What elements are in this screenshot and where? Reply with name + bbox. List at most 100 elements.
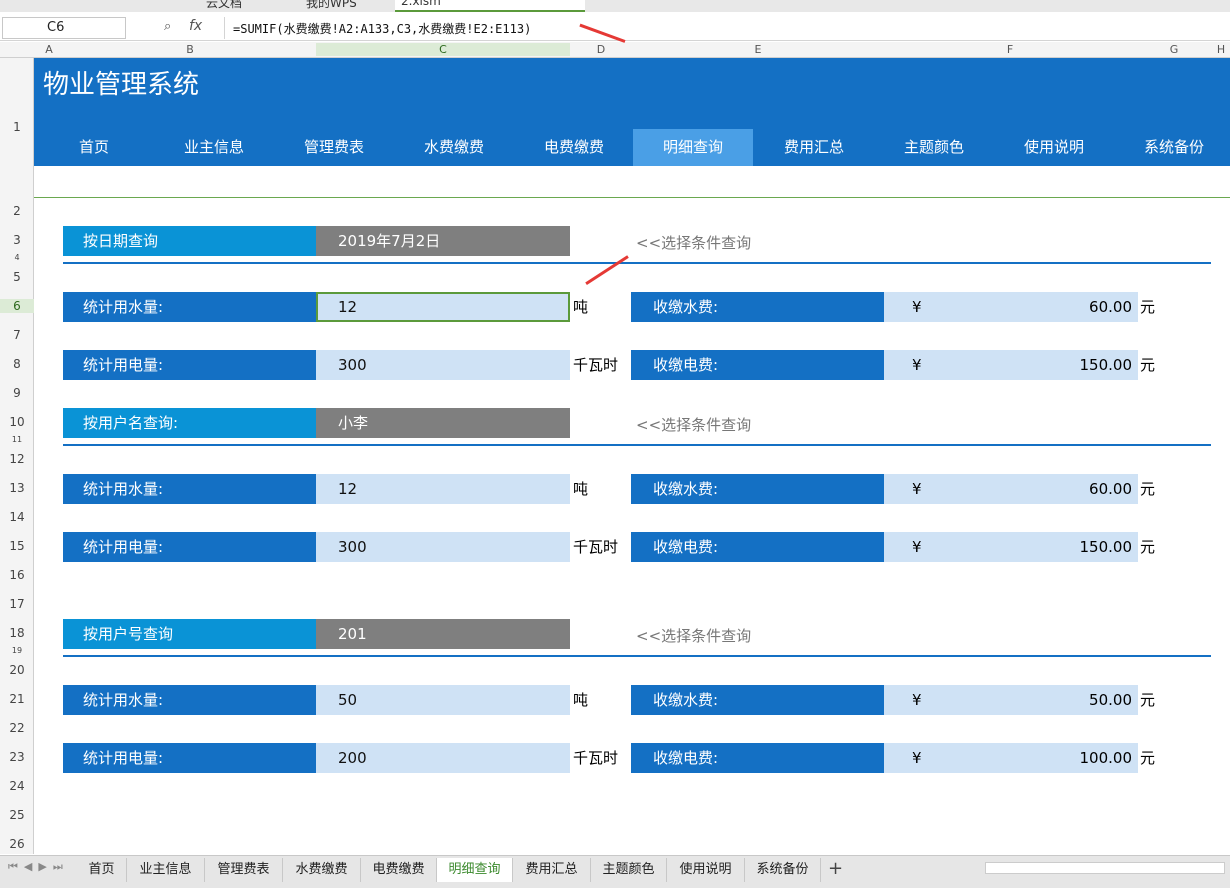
row-header[interactable]: 16 bbox=[0, 568, 34, 582]
water-fee-value: 50.00 bbox=[1089, 691, 1132, 709]
nav-home[interactable]: 首页 bbox=[34, 129, 154, 166]
sheet-nav-arrows-icon[interactable]: ⏮◀▶⏭ bbox=[8, 860, 69, 874]
water-usage-value[interactable]: 12 bbox=[316, 474, 570, 504]
nav-fee-summary[interactable]: 费用汇总 bbox=[754, 129, 874, 166]
row-header[interactable]: 13 bbox=[0, 481, 34, 495]
query-date-label: 按日期查询 bbox=[63, 226, 316, 256]
water-usage-value[interactable]: 50 bbox=[316, 685, 570, 715]
row-header[interactable]: 24 bbox=[0, 779, 34, 793]
horizontal-scrollbar[interactable] bbox=[985, 862, 1225, 874]
tab-workbook[interactable]: 2.xlsm bbox=[395, 0, 585, 12]
row-header[interactable]: 9 bbox=[0, 386, 34, 400]
sheet-tab-detail-query[interactable]: 明细查询 bbox=[437, 858, 513, 882]
row-header[interactable]: 12 bbox=[0, 452, 34, 466]
water-usage-label: 统计用水量: bbox=[63, 685, 316, 715]
col-header-h[interactable]: H bbox=[1212, 43, 1230, 56]
query-date-value[interactable]: 2019年7月2日 bbox=[316, 226, 570, 256]
sheet-tab-fee-summary[interactable]: 费用汇总 bbox=[513, 858, 591, 882]
sheet-tab-theme-color[interactable]: 主题颜色 bbox=[591, 858, 667, 882]
nav-detail-query[interactable]: 明细查询 bbox=[633, 129, 753, 166]
row-header[interactable]: 26 bbox=[0, 837, 34, 851]
row-header[interactable]: 25 bbox=[0, 808, 34, 822]
row-header[interactable]: 21 bbox=[0, 692, 34, 706]
col-header-a[interactable]: A bbox=[34, 43, 64, 56]
sheet-tab-management-fee[interactable]: 管理费表 bbox=[205, 858, 283, 882]
row-header[interactable]: 18 bbox=[0, 626, 34, 640]
row-header[interactable]: 5 bbox=[0, 270, 34, 284]
currency-symbol: ¥ bbox=[912, 749, 922, 767]
row-header[interactable]: 14 bbox=[0, 510, 34, 524]
divider bbox=[34, 197, 1230, 198]
water-usage-value[interactable]: 12 bbox=[316, 292, 570, 322]
row-header[interactable]: 20 bbox=[0, 663, 34, 677]
electric-fee-amount[interactable]: ¥150.00 bbox=[884, 350, 1138, 380]
row-header[interactable]: 17 bbox=[0, 597, 34, 611]
col-header-b[interactable]: B bbox=[64, 43, 316, 56]
formula-input[interactable]: =SUMIF(水费缴费!A2:A133,C3,水费缴费!E2:E113) bbox=[224, 17, 1228, 39]
col-header-e[interactable]: E bbox=[632, 43, 884, 56]
nav-management-fee[interactable]: 管理费表 bbox=[274, 129, 394, 166]
row-header[interactable]: 4 bbox=[0, 253, 34, 262]
sheet-tab-electric-payment[interactable]: 电费缴费 bbox=[361, 858, 437, 882]
currency-symbol: ¥ bbox=[912, 480, 922, 498]
water-fee-label: 收缴水费: bbox=[631, 474, 884, 504]
electric-fee-value: 150.00 bbox=[1079, 356, 1133, 374]
row-header[interactable]: 11 bbox=[0, 435, 34, 444]
electric-fee-value: 100.00 bbox=[1079, 749, 1133, 767]
sheet-tab-water-payment[interactable]: 水费缴费 bbox=[283, 858, 361, 882]
zoom-icon[interactable]: ⌕ bbox=[164, 19, 171, 34]
col-header-c[interactable]: C bbox=[316, 43, 570, 56]
water-fee-amount[interactable]: ¥60.00 bbox=[884, 292, 1138, 322]
query-username-value[interactable]: 小李 bbox=[316, 408, 570, 438]
col-header-g[interactable]: G bbox=[1136, 43, 1212, 56]
row-header[interactable]: 7 bbox=[0, 328, 34, 342]
row-header[interactable]: 22 bbox=[0, 721, 34, 735]
row-header[interactable]: 1 bbox=[0, 120, 34, 134]
currency-symbol: ¥ bbox=[912, 538, 922, 556]
sheet-tab-instructions[interactable]: 使用说明 bbox=[667, 858, 745, 882]
query-userid-value[interactable]: 201 bbox=[316, 619, 570, 649]
row-header[interactable]: 3 bbox=[0, 233, 34, 247]
sheet-tab-backup[interactable]: 系统备份 bbox=[745, 858, 821, 882]
electric-fee-label: 收缴电费: bbox=[631, 532, 884, 562]
yuan-unit: 元 bbox=[1140, 356, 1156, 374]
water-usage-label: 统计用水量: bbox=[63, 292, 316, 322]
row-header[interactable]: 23 bbox=[0, 750, 34, 764]
nav-instructions[interactable]: 使用说明 bbox=[994, 129, 1114, 166]
nav-owner-info[interactable]: 业主信息 bbox=[154, 129, 274, 166]
electric-unit: 千瓦时 bbox=[573, 538, 619, 556]
row-header[interactable]: 15 bbox=[0, 539, 34, 553]
nav-theme-color[interactable]: 主题颜色 bbox=[874, 129, 994, 166]
sheet-tab-home[interactable]: 首页 bbox=[77, 858, 127, 882]
nav-water-payment[interactable]: 水费缴费 bbox=[394, 129, 514, 166]
col-header-d[interactable]: D bbox=[570, 43, 632, 56]
electric-usage-label: 统计用电量: bbox=[63, 532, 316, 562]
nav-electric-payment[interactable]: 电费缴费 bbox=[514, 129, 634, 166]
water-fee-label: 收缴水费: bbox=[631, 292, 884, 322]
sheet-tab-owner-info[interactable]: 业主信息 bbox=[127, 858, 205, 882]
water-fee-amount[interactable]: ¥60.00 bbox=[884, 474, 1138, 504]
row-header[interactable]: 10 bbox=[0, 415, 34, 429]
electric-usage-value[interactable]: 300 bbox=[316, 532, 570, 562]
yuan-unit: 元 bbox=[1140, 749, 1156, 767]
tab-my-wps[interactable]: 我的WPS bbox=[300, 0, 363, 12]
query-username-label: 按用户名查询: bbox=[63, 408, 316, 438]
name-box[interactable]: C6 bbox=[2, 17, 126, 39]
add-sheet-icon[interactable]: + bbox=[828, 858, 843, 879]
electric-fee-amount[interactable]: ¥150.00 bbox=[884, 532, 1138, 562]
electric-usage-value[interactable]: 300 bbox=[316, 350, 570, 380]
row-header[interactable]: 2 bbox=[0, 204, 34, 218]
tab-cloud-docs[interactable]: 云文档 bbox=[200, 0, 248, 12]
row-header[interactable]: 6 bbox=[0, 299, 34, 313]
query-hint: <<选择条件查询 bbox=[636, 234, 752, 252]
water-fee-amount[interactable]: ¥50.00 bbox=[884, 685, 1138, 715]
nav-backup[interactable]: 系统备份 bbox=[1114, 129, 1230, 166]
row-header[interactable]: 8 bbox=[0, 357, 34, 371]
row-header[interactable]: 19 bbox=[0, 646, 34, 655]
fx-icon[interactable]: fx bbox=[189, 18, 202, 34]
electric-fee-amount[interactable]: ¥100.00 bbox=[884, 743, 1138, 773]
col-header-f[interactable]: F bbox=[884, 43, 1136, 56]
yuan-unit: 元 bbox=[1140, 480, 1156, 498]
query-userid-label: 按用户号查询 bbox=[63, 619, 316, 649]
electric-usage-value[interactable]: 200 bbox=[316, 743, 570, 773]
